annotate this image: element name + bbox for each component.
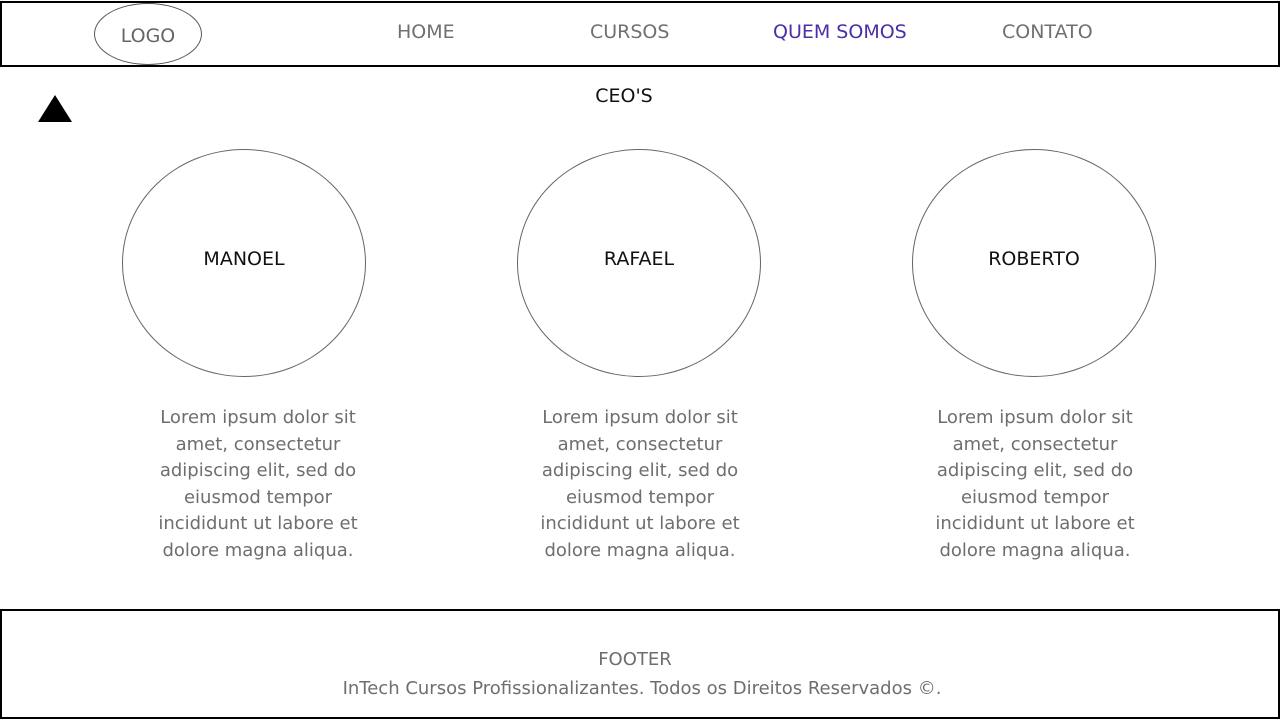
nav-link-contato[interactable]: CONTATO [1002, 21, 1093, 43]
ceo-description: Lorem ipsum dolor sit amet, consectetur … [158, 407, 358, 561]
footer-title: FOOTER [598, 649, 672, 670]
ceo-photo: ROBERTO [912, 149, 1156, 377]
ceo-description: Lorem ipsum dolor sit amet, consectetur … [935, 407, 1135, 561]
ceo-photo: MANOEL [122, 149, 366, 377]
ceo-photo: RAFAEL [517, 149, 761, 377]
footer-copyright: InTech Cursos Profissionalizantes. Todos… [342, 678, 942, 699]
navbar: LOGO HOME CURSOS QUEM SOMOS CONTATO [0, 1, 1280, 67]
nav-link-cursos[interactable]: CURSOS [590, 21, 669, 43]
logo[interactable]: LOGO [94, 3, 202, 65]
nav-link-quem-somos[interactable]: QUEM SOMOS [773, 21, 907, 43]
ceo-description: Lorem ipsum dolor sit amet, consectetur … [540, 407, 740, 561]
footer: FOOTER InTech Cursos Profissionalizantes… [0, 609, 1280, 719]
section-title: CEO'S [595, 85, 653, 107]
nav-link-home[interactable]: HOME [397, 21, 455, 43]
